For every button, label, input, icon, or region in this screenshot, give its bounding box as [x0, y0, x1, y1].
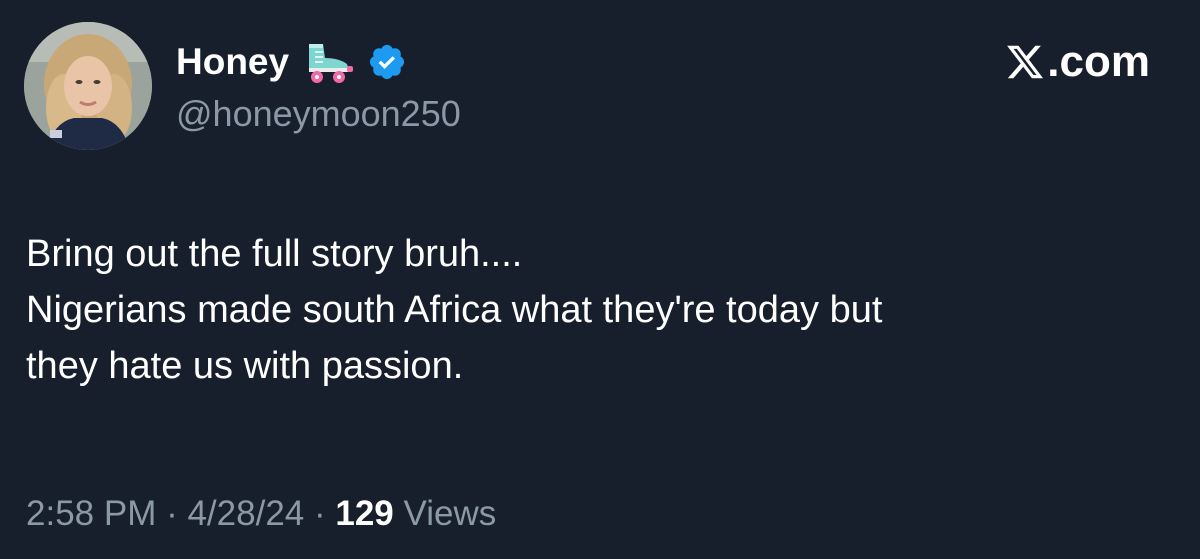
verified-badge-icon[interactable]: [367, 42, 407, 82]
author-handle[interactable]: @honeymoon250: [176, 92, 461, 136]
views-label[interactable]: Views: [394, 494, 496, 533]
tweet-time[interactable]: 2:58 PM: [26, 494, 156, 533]
avatar-image: [24, 22, 152, 150]
brand-label: .com: [1047, 37, 1150, 86]
author-name-row: Honey: [176, 38, 407, 86]
author-display-name[interactable]: Honey: [176, 40, 289, 84]
tweet-text-line-2: Nigerians made south Africa what they're…: [26, 289, 883, 331]
tweet-text-line-3: they hate us with passion.: [26, 345, 464, 387]
tweet-meta: 2:58 PM · 4/28/24 · 129 Views: [26, 490, 496, 538]
tweet-card: Honey @honeymoon250 .com Bring out the f…: [0, 0, 1200, 559]
roller-skate-icon: [301, 40, 357, 84]
x-logo-icon: [1005, 42, 1045, 82]
tweet-text-line-1: Bring out the full story bruh....: [26, 233, 523, 275]
tweet-text: Bring out the full story bruh.... Nigeri…: [26, 226, 1176, 394]
brand-watermark: .com: [1005, 36, 1150, 88]
tweet-date[interactable]: 4/28/24: [187, 494, 304, 533]
views-count[interactable]: 129: [335, 494, 393, 533]
meta-separator: ·: [304, 494, 336, 533]
meta-separator: ·: [156, 494, 188, 533]
avatar[interactable]: [24, 22, 152, 150]
